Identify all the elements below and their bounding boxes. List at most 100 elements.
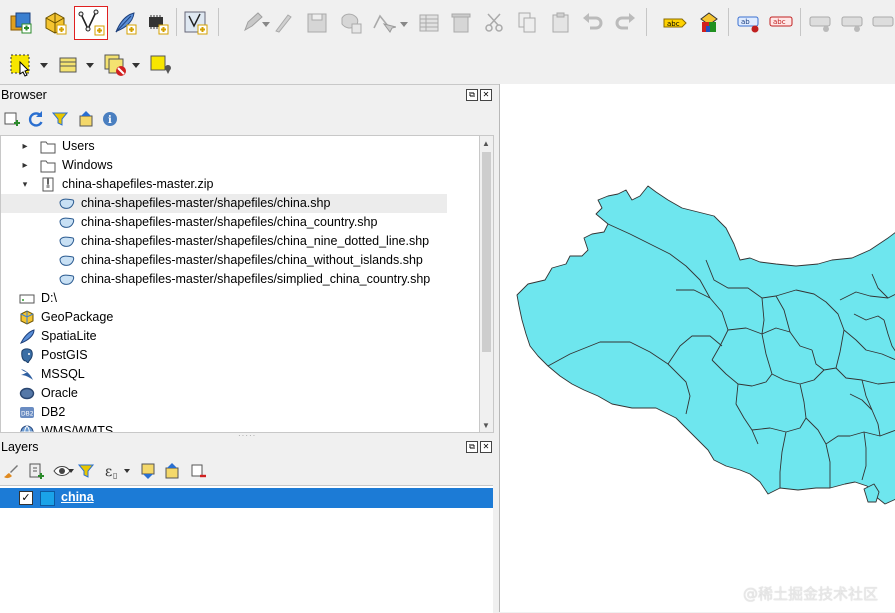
layer-name[interactable]: china — [61, 490, 94, 504]
collapse-all-layers-icon — [165, 463, 179, 479]
info-icon: i — [103, 112, 117, 126]
modify-attributes-button[interactable] — [414, 8, 444, 38]
select-features-button[interactable] — [6, 50, 36, 80]
remove-layer-button[interactable] — [188, 458, 208, 484]
layer-visibility-checkbox[interactable]: ✓ — [19, 491, 33, 505]
browser-item[interactable]: D:\ — [1, 289, 479, 308]
enable-properties-widget-button[interactable]: i — [100, 106, 120, 132]
select-by-location-button[interactable] — [146, 50, 176, 80]
scroll-down-arrow[interactable]: ▼ — [482, 421, 490, 430]
browser-toolbar: i — [0, 106, 495, 132]
redo-button[interactable] — [610, 8, 640, 38]
select-features-dropdown[interactable] — [40, 63, 48, 68]
scrollbar-thumb[interactable] — [482, 152, 491, 352]
copy-features-button[interactable] — [512, 8, 542, 38]
paste-features-button[interactable] — [546, 8, 576, 38]
move-label-button[interactable] — [806, 8, 836, 38]
browser-item[interactable]: china-shapefiles-master/shapefiles/china… — [1, 194, 447, 213]
expand-all-button[interactable] — [138, 458, 158, 484]
filter-browser-button[interactable] — [50, 106, 70, 132]
rotate-label-button[interactable] — [868, 8, 895, 38]
browser-item[interactable]: china-shapefiles-master/shapefiles/china… — [1, 213, 479, 232]
browser-item[interactable]: MSSQL — [1, 365, 479, 384]
save-layer-edits-button[interactable] — [302, 8, 332, 38]
new-spatialite-layer-button[interactable] — [110, 8, 140, 38]
label-toolbar-button[interactable] — [694, 8, 724, 38]
new-geopackage-layer-icon — [45, 12, 67, 35]
show-hide-labels-button[interactable] — [838, 8, 868, 38]
deselect-dropdown[interactable] — [132, 63, 140, 68]
collapse-all-button[interactable] — [76, 106, 96, 132]
add-group-button[interactable] — [26, 458, 46, 484]
browser-item[interactable]: ▸ Users — [1, 137, 479, 156]
drive-icon — [19, 291, 35, 306]
vertex-tool-button[interactable] — [368, 8, 398, 38]
map-themes-dropdown[interactable] — [68, 469, 74, 473]
browser-item[interactable]: china-shapefiles-master/shapefiles/simpl… — [1, 270, 479, 289]
browser-item-label: china-shapefiles-master/shapefiles/china… — [81, 215, 378, 229]
data-source-manager-button[interactable] — [6, 8, 36, 38]
filter-legend-button[interactable] — [76, 458, 96, 484]
new-temporary-scratch-layer-button[interactable] — [181, 8, 211, 38]
browser-item[interactable]: GeoPackage — [1, 308, 479, 327]
layer-row-china[interactable]: ✓ china — [0, 488, 493, 508]
layers-toolbar: ε ▯ — [0, 458, 495, 484]
expression-epsilon-icon: ε ▯ — [105, 464, 117, 480]
browser-item-label: MSSQL — [41, 367, 85, 381]
add-feature-button[interactable] — [336, 8, 366, 38]
layer-symbol-swatch — [40, 491, 55, 506]
trash-icon — [451, 13, 471, 33]
remove-layer-icon — [191, 464, 206, 478]
browser-item-label: WMS/WMTS — [41, 424, 114, 433]
pin-unpin-labels-button[interactable]: ab — [734, 8, 764, 38]
undo-button[interactable] — [578, 8, 608, 38]
cut-features-button[interactable] — [480, 8, 510, 38]
deselect-all-icon — [104, 54, 126, 76]
browser-item[interactable]: SpatiaLite — [1, 327, 479, 346]
open-layer-styling-button[interactable] — [0, 458, 20, 484]
browser-scrollbar[interactable]: ▲ ▼ — [479, 135, 494, 433]
selection-toolbar — [0, 46, 895, 85]
layer-labeling-button[interactable]: abc — [660, 8, 690, 38]
browser-item[interactable]: ▸ Windows — [1, 156, 479, 175]
vertex-tool-dropdown[interactable] — [400, 22, 408, 27]
browser-item[interactable]: Oracle — [1, 384, 479, 403]
layers-title-text: Layers — [1, 440, 39, 454]
expand-arrow-down-icon[interactable]: ▾ — [20, 175, 30, 194]
expand-arrow-right-icon[interactable]: ▸ — [20, 156, 30, 175]
browser-close-button[interactable]: ✕ — [480, 89, 492, 101]
collapse-all-layers-button[interactable] — [162, 458, 182, 484]
new-virtual-layer-button[interactable] — [142, 8, 172, 38]
deselect-features-button[interactable] — [100, 50, 130, 80]
browser-float-button[interactable]: ⧉ — [466, 89, 478, 101]
layers-close-button[interactable]: ✕ — [480, 441, 492, 453]
browser-item[interactable]: ▾ china-shapefiles-master.zip — [1, 175, 479, 194]
browser-item[interactable]: china-shapefiles-master/shapefiles/china… — [1, 232, 479, 251]
refresh-button[interactable] — [26, 106, 46, 132]
undo-icon — [583, 13, 603, 30]
collapse-all-icon — [79, 111, 93, 127]
map-canvas[interactable]: @稀土掘金技术社区 — [499, 84, 895, 612]
browser-item[interactable]: china-shapefiles-master/shapefiles/china… — [1, 251, 479, 270]
layers-tree[interactable]: ✓ china — [0, 485, 493, 613]
select-by-value-dropdown[interactable] — [86, 63, 94, 68]
layers-float-button[interactable]: ⧉ — [466, 441, 478, 453]
add-polygon-feature-icon — [341, 13, 362, 34]
add-selected-layers-button[interactable] — [2, 106, 22, 132]
delete-selected-button[interactable] — [446, 8, 476, 38]
scroll-up-arrow[interactable]: ▲ — [482, 139, 490, 148]
browser-item[interactable]: DB2 DB2 — [1, 403, 479, 422]
filter-legend-by-expression-button[interactable]: ε ▯ — [102, 458, 122, 484]
expression-filter-dropdown[interactable] — [124, 469, 130, 473]
add-layer-icon — [4, 112, 20, 126]
new-project-layer-button[interactable] — [40, 8, 70, 38]
expand-arrow-right-icon[interactable]: ▸ — [20, 137, 30, 156]
browser-item[interactable]: PostGIS — [1, 346, 479, 365]
scissors-icon — [485, 13, 503, 32]
browser-tree[interactable]: ▸ Users ▸ Windows ▾ china-shapefiles-master.z… — [0, 135, 480, 433]
current-edits-button[interactable] — [268, 8, 298, 38]
highlight-pinned-labels-button[interactable]: abc — [766, 8, 796, 38]
select-by-value-button[interactable] — [54, 50, 84, 80]
data-source-manager-icon — [10, 12, 32, 34]
new-shapefile-layer-button[interactable] — [74, 6, 108, 40]
